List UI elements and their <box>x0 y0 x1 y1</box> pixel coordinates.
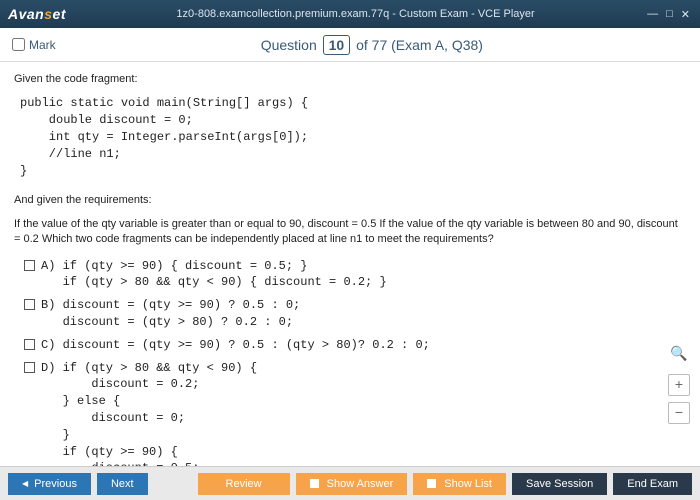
requirements-intro: And given the requirements: <box>14 193 686 208</box>
show-list-label: Show List <box>444 478 492 490</box>
zoom-controls: 🔍 + − <box>668 344 690 424</box>
show-list-button[interactable]: Show List <box>413 473 506 495</box>
window-title: 1z0-808.examcollection.premium.exam.77q … <box>66 8 645 20</box>
checkbox-b[interactable] <box>24 299 35 310</box>
question-number: 10 <box>323 35 351 55</box>
review-label: Review <box>226 478 262 490</box>
question-word: Question <box>261 37 317 53</box>
checkbox-d[interactable] <box>24 362 35 373</box>
previous-label: Previous <box>34 478 77 490</box>
zoom-out-button[interactable]: − <box>668 402 690 424</box>
question-number-display: Question 10 of 77 (Exam A, Q38) <box>56 35 688 55</box>
square-icon <box>310 479 319 488</box>
app-logo: Avanset <box>8 6 66 22</box>
end-exam-label: End Exam <box>627 478 678 490</box>
logo-text-post: et <box>53 6 66 22</box>
question-content: Given the code fragment: public static v… <box>0 62 700 466</box>
intro-text: Given the code fragment: <box>14 72 686 87</box>
checkbox-a[interactable] <box>24 260 35 271</box>
title-bar: Avanset 1z0-808.examcollection.premium.e… <box>0 0 700 28</box>
zoom-in-button[interactable]: + <box>668 374 690 396</box>
mark-checkbox-wrap[interactable]: Mark <box>12 38 56 52</box>
close-icon[interactable]: ✕ <box>679 8 692 21</box>
answer-option-a[interactable]: A) if (qty >= 90) { discount = 0.5; } if… <box>24 258 686 292</box>
answer-d-text: D) if (qty > 80 && qty < 90) { discount … <box>41 360 257 466</box>
review-button[interactable]: Review <box>198 473 290 495</box>
code-fragment: public static void main(String[] args) {… <box>20 95 686 179</box>
checkbox-c[interactable] <box>24 339 35 350</box>
requirements-text: If the value of the qty variable is grea… <box>14 217 686 248</box>
magnifier-icon[interactable]: 🔍 <box>670 344 687 364</box>
next-button[interactable]: Next <box>97 473 148 495</box>
logo-text-mid: s <box>44 6 52 22</box>
next-label: Next <box>111 478 134 490</box>
question-suffix: of 77 (Exam A, Q38) <box>352 37 483 53</box>
previous-button[interactable]: Previous <box>8 473 91 495</box>
answer-option-c[interactable]: C) discount = (qty >= 90) ? 0.5 : (qty >… <box>24 337 686 354</box>
show-answer-button[interactable]: Show Answer <box>296 473 408 495</box>
answer-c-text: C) discount = (qty >= 90) ? 0.5 : (qty >… <box>41 337 430 354</box>
answer-option-d[interactable]: D) if (qty > 80 && qty < 90) { discount … <box>24 360 686 466</box>
logo-text-pre: Avan <box>8 6 44 22</box>
square-icon <box>427 479 436 488</box>
minimize-icon[interactable]: — <box>645 8 660 21</box>
answer-option-b[interactable]: B) discount = (qty >= 90) ? 0.5 : 0; dis… <box>24 297 686 331</box>
mark-checkbox[interactable] <box>12 38 25 51</box>
save-session-button[interactable]: Save Session <box>512 473 607 495</box>
maximize-icon[interactable]: □ <box>664 8 675 21</box>
answer-a-text: A) if (qty >= 90) { discount = 0.5; } if… <box>41 258 387 292</box>
answer-b-text: B) discount = (qty >= 90) ? 0.5 : 0; dis… <box>41 297 300 331</box>
end-exam-button[interactable]: End Exam <box>613 473 692 495</box>
show-answer-label: Show Answer <box>327 478 394 490</box>
window-controls: — □ ✕ <box>645 8 692 21</box>
question-header: Mark Question 10 of 77 (Exam A, Q38) <box>0 28 700 62</box>
mark-label: Mark <box>29 38 56 52</box>
save-session-label: Save Session <box>526 478 593 490</box>
footer-toolbar: Previous Next Review Show Answer Show Li… <box>0 466 700 500</box>
